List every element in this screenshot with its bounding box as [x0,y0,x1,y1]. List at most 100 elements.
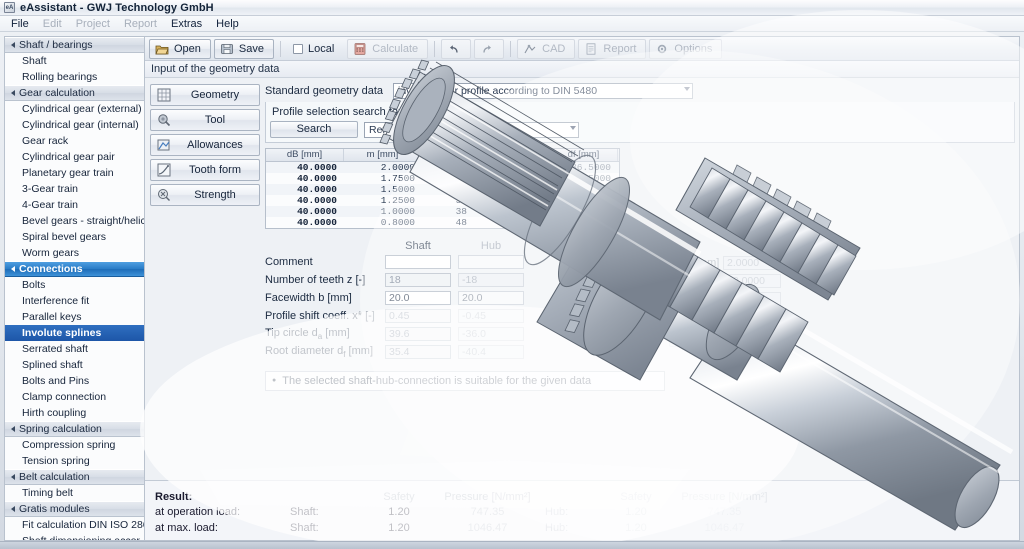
open-button[interactable]: Open [149,39,211,59]
shaft-input[interactable] [385,255,451,269]
tab-allowances[interactable]: Allowances [150,134,260,156]
shaft-input[interactable]: 0.45 [385,309,451,323]
table-cell: 37.0000 [550,184,618,195]
sidebar-item-involute-splines[interactable]: Involute splines [5,325,144,341]
cad-button[interactable]: CAD [517,39,575,59]
tab-label: Strength [177,189,259,201]
right-parameter-column[interactable]: Normal module m [mm]2.0000Pressure angle… [605,238,795,361]
sidebar-item-compression-spring[interactable]: Compression spring [5,437,144,453]
sidebar-group-shaft-bearings[interactable]: Shaft / bearings [5,37,144,53]
sidebar-item-parallel-keys[interactable]: Parallel keys [5,309,144,325]
allowance-icon [154,135,174,155]
section-tab-column[interactable]: Geometry Tool Allowances Tooth form Strength [150,84,260,209]
redo-button[interactable] [474,39,504,59]
sidebar-item-shaft[interactable]: Shaft [5,53,144,69]
sidebar-item-cylindrical-gear-internal[interactable]: Cylindrical gear (internal) [5,117,144,133]
sidebar-item-4-gear-train[interactable]: 4-Gear train [5,197,144,213]
search-button[interactable]: Search [270,121,358,138]
table-row[interactable]: 40.00001.25003039.750037.5000 [266,195,619,206]
sidebar-item-shaft-dimensioning-accor[interactable]: Shaft dimensioning accor. [5,533,144,541]
sidebar-item-cylindrical-gear-pair[interactable]: Cylindrical gear pair [5,149,144,165]
shaft-input[interactable]: 20.0 [385,291,451,305]
profile-results-table[interactable]: dB [mm]m [mm]zda [mm]df [mm] 40.00002.00… [265,148,620,229]
sidebar-item-label: Worm gears [22,247,79,259]
options-button[interactable]: Options [649,39,722,59]
sidebar-item-serrated-shaft[interactable]: Serrated shaft [5,341,144,357]
table-row[interactable]: 40.00002.00001839.500036.5000 [266,162,619,173]
sidebar-item-timing-belt[interactable]: Timing belt [5,485,144,501]
tab-label: Tool [177,114,259,126]
sidebar-item-planetary-gear-train[interactable]: Planetary gear train [5,165,144,181]
shaft-input[interactable]: 18 [385,273,451,287]
sidebar-item-hirth-coupling[interactable]: Hirth coupling [5,405,144,421]
undo-button[interactable] [441,39,471,59]
table-cell: 40.0000 [266,184,344,195]
table-body[interactable]: 40.00002.00001839.500036.500040.00001.75… [266,162,619,228]
sidebar-item-spiral-bevel-gears[interactable]: Spiral bevel gears [5,229,144,245]
sidebar-item-tension-spring[interactable]: Tension spring [5,453,144,469]
sidebar-item-clamp-connection[interactable]: Clamp connection [5,389,144,405]
right-field-value[interactable]: 30.0000 [723,274,781,288]
sidebar-group-belt-calculation[interactable]: Belt calculation [5,469,144,485]
sidebar-item-rolling-bearings[interactable]: Rolling bearings [5,69,144,85]
sidebar-item-bolts-and-pins[interactable]: Bolts and Pins [5,373,144,389]
menu-extras[interactable]: Extras [164,17,209,31]
sidebar-group-connections[interactable]: Connections [5,261,144,277]
tab-geometry[interactable]: Geometry [150,84,260,106]
table-row[interactable]: 40.00001.00003839.800038.0000 [266,206,619,217]
save-button[interactable]: Save [214,39,274,59]
calculate-button[interactable]: Calculate [347,39,428,59]
table-column-header[interactable]: da [mm] [474,149,550,161]
table-column-header[interactable]: df [mm] [550,149,618,161]
menu-help[interactable]: Help [209,17,246,31]
shaft-input[interactable]: 39.6 [385,327,451,341]
right-field-value[interactable]: 67.5 [723,310,781,324]
tab-label: Geometry [177,89,259,101]
local-checkbox[interactable]: Local [287,39,344,59]
hub-input[interactable]: -0.45 [458,309,524,323]
hub-input[interactable]: -18 [458,273,524,287]
sidebar-group-gear-calculation[interactable]: Gear calculation [5,85,144,101]
sidebar-group-gratis-modules[interactable]: Gratis modules [5,501,144,517]
table-row[interactable]: 40.00001.75002139.650036.5000 [266,173,619,184]
tab-tooth-form[interactable]: Tooth form [150,159,260,181]
hub-input[interactable]: -36.0 [458,327,524,341]
sidebar-item-bolts[interactable]: Bolts [5,277,144,293]
hub-input[interactable] [458,255,524,269]
right-field-value[interactable]: 2.0000 [723,256,781,270]
table-row[interactable]: 40.00001.50002539.700037.0000 [266,184,619,195]
tab-tool[interactable]: Tool [150,109,260,131]
right-field-label: Outer Ø of hub [mm] [605,311,723,323]
table-column-header[interactable]: m [mm] [344,149,422,161]
sidebar-item-gear-rack[interactable]: Gear rack [5,133,144,149]
sidebar-group-label: Shaft / bearings [19,39,93,51]
menu-file[interactable]: File [4,17,36,31]
right-field-value[interactable]: 0.0000 [723,292,781,306]
hub-input[interactable]: 20.0 [458,291,524,305]
sidebar-group-spring-calculation[interactable]: Spring calculation [5,421,144,437]
field-label: Number of teeth z [-] [265,274,385,286]
sidebar-item-bevel-gears-straight-helical[interactable]: Bevel gears - straight/helical [5,213,144,229]
reference-diameter-select[interactable]: Reference diameter dB [364,122,579,138]
table-row[interactable]: 40.00000.80004839.840038.1000 [266,217,619,228]
sidebar-item-3-gear-train[interactable]: 3-Gear train [5,181,144,197]
geometry-form: Standard geometry data involute gear pro… [265,82,1015,538]
sidebar-item-cylindrical-gear-external[interactable]: Cylindrical gear (external) [5,101,144,117]
calculator-icon [353,42,367,56]
result-hub-pressure: 747.35 [667,506,782,518]
sidebar-item-worm-gears[interactable]: Worm gears [5,245,144,261]
shaft-input[interactable]: 35.4 [385,345,451,359]
table-column-header[interactable]: z [422,149,474,161]
details-button[interactable]: Details [669,330,795,347]
sidebar-item-splined-shaft[interactable]: Splined shaft [5,357,144,373]
table-column-header[interactable]: dB [mm] [266,149,344,161]
navigation-sidebar[interactable]: Shaft / bearingsShaftRolling bearingsGea… [4,36,144,541]
sidebar-item-fit-calculation-din-iso-286[interactable]: Fit calculation DIN ISO 286 [5,517,144,533]
sidebar-item-interference-fit[interactable]: Interference fit [5,293,144,309]
hub-input[interactable]: -40.4 [458,345,524,359]
sidebar-item-label: Involute splines [22,327,101,339]
standard-geometry-select[interactable]: involute gear profile according to DIN 5… [393,83,693,99]
field-rows[interactable]: CommentNumber of teeth z [-]18-18Facewid… [265,253,605,361]
tab-strength[interactable]: Strength [150,184,260,206]
report-button[interactable]: Report [578,39,646,59]
